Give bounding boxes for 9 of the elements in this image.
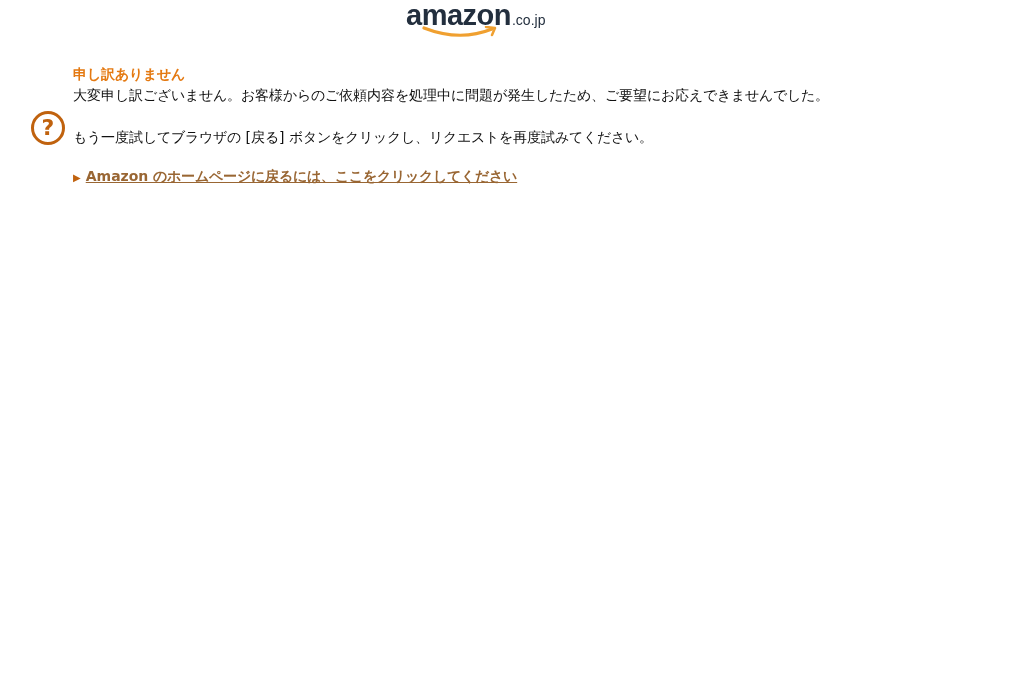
logo-wordmark: amazon	[406, 0, 511, 30]
amazon-logo[interactable]: amazon.co.jp	[406, 0, 546, 40]
error-message: 大変申し訳ございません。お客様からのご依頼内容を処理中に問題が発生したため、ご要望にお応えできませんでした。	[73, 86, 829, 105]
question-icon: ?	[31, 111, 65, 145]
arrow-marker-icon: ▶	[73, 171, 81, 183]
home-page-link[interactable]: Amazon のホームページに戻るには、ここをクリックしてください	[85, 168, 518, 186]
logo-domain: .co.jp	[512, 12, 546, 28]
instruction-text: もう一度試してブラウザの [戻る] ボタンをクリックし、リクエストを再度試みてください。	[73, 128, 654, 147]
error-heading: 申し訳ありません	[73, 65, 186, 84]
